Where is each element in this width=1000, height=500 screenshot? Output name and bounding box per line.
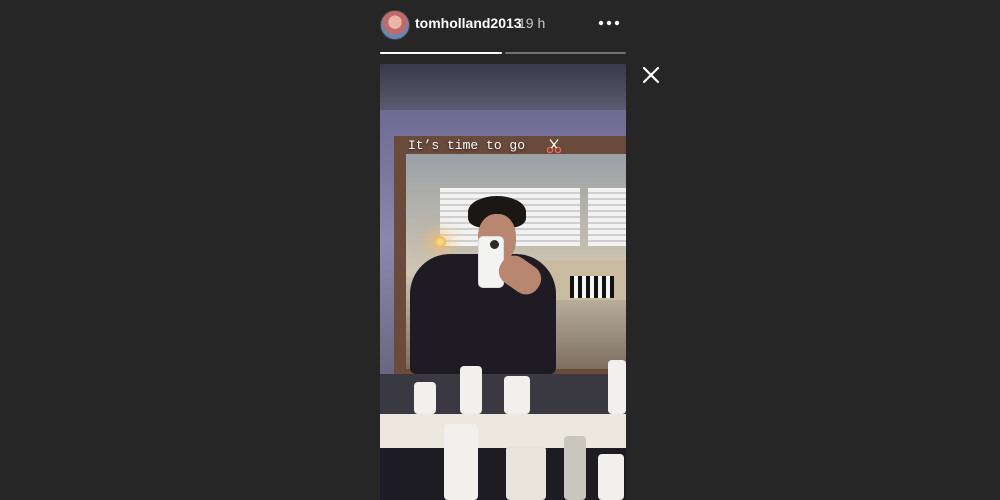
photo-lamp xyxy=(434,236,446,248)
progress-bar-segment-1 xyxy=(380,52,502,54)
close-icon[interactable] xyxy=(640,64,662,86)
photo-striped-pillow xyxy=(570,276,614,298)
photo-counter-lower xyxy=(380,448,626,500)
story-photo[interactable] xyxy=(380,64,626,500)
progress-bar-segment-2 xyxy=(505,52,626,54)
photo-window-blinds-2 xyxy=(588,188,626,246)
photo-bottle xyxy=(414,382,436,414)
photo-bottle xyxy=(460,366,482,414)
photo-bottle xyxy=(506,446,546,500)
avatar[interactable] xyxy=(380,10,410,40)
photo-bottle xyxy=(598,454,624,500)
more-options-icon[interactable] xyxy=(596,14,622,32)
photo-counter-top xyxy=(380,414,626,448)
username-link[interactable]: tomholland2013 xyxy=(415,15,522,31)
photo-bottle xyxy=(608,360,626,414)
photo-bottle xyxy=(504,376,530,414)
story-caption: It’s time to go xyxy=(408,138,526,153)
photo-ceiling xyxy=(380,64,626,110)
story-timestamp: 19 h xyxy=(518,15,546,31)
progress-fill-1 xyxy=(380,52,502,54)
photo-bottle xyxy=(444,424,478,500)
photo-phone-camera xyxy=(490,240,499,249)
scissors-icon xyxy=(546,139,562,154)
photo-bottle xyxy=(564,436,586,500)
